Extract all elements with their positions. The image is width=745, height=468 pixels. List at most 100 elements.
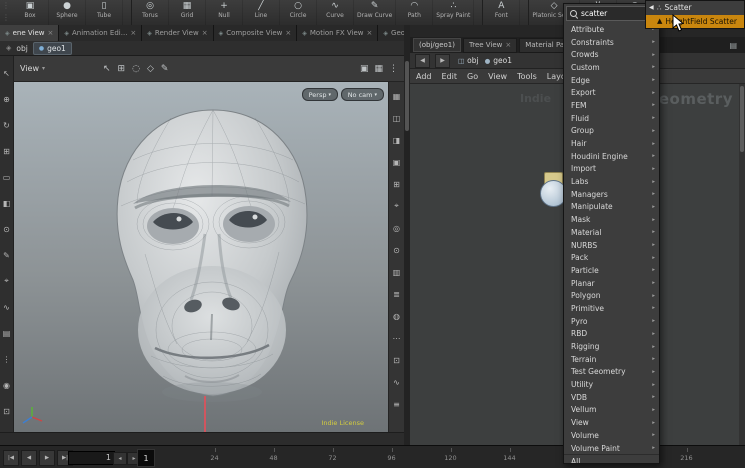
viewport-display-icon[interactable]: ⊡ — [393, 349, 400, 371]
pane-tab[interactable]: ◈ Render View × — [142, 25, 213, 41]
left-toolbar-icon[interactable]: ∿ — [3, 294, 10, 320]
viewport-display-icon[interactable]: ⋯ — [393, 327, 401, 349]
submenu-entry[interactable]: ▲ HeightField Scatter — [646, 15, 744, 29]
left-toolbar-icon[interactable]: ↖ — [3, 60, 10, 86]
menu-category-item[interactable]: RBD ▸ — [564, 328, 659, 341]
transport-button[interactable]: ◀ — [21, 450, 37, 466]
menu-category-item[interactable]: Planar ▸ — [564, 277, 659, 290]
menu-category-item[interactable]: Rigging ▸ — [564, 340, 659, 353]
menu-category-item[interactable]: Pack ▸ — [564, 251, 659, 264]
menu-category-item[interactable]: View ▸ — [564, 416, 659, 429]
menu-category-item[interactable]: Material ▸ — [564, 226, 659, 239]
back-button[interactable]: ◀ — [415, 54, 430, 68]
menu-bar-item[interactable]: Go — [467, 72, 478, 81]
menu-category-item[interactable]: Labs ▸ — [564, 175, 659, 188]
transport-button[interactable]: |◀ — [3, 450, 19, 466]
menu-category-item[interactable]: Terrain ▸ — [564, 353, 659, 366]
left-toolbar-icon[interactable]: ▭ — [3, 164, 11, 190]
left-toolbar-icon[interactable]: ⊙ — [3, 216, 10, 242]
menu-category-item[interactable]: Pyro ▸ — [564, 315, 659, 328]
menu-category-item[interactable]: Import ▸ — [564, 163, 659, 176]
viewport-display-icon[interactable]: ▥ — [393, 261, 401, 283]
menu-bar-item[interactable]: Add — [416, 72, 432, 81]
camera-select-button[interactable]: No cam ▾ — [341, 88, 384, 101]
tab-close-icon[interactable]: × — [130, 29, 136, 37]
shelf-tool-button[interactable]: A Font — [482, 0, 520, 25]
menu-category-item[interactable]: FEM ▸ — [564, 99, 659, 112]
network-scrollbar[interactable] — [739, 84, 745, 445]
path-pin-icon[interactable]: ◈ — [6, 44, 11, 52]
transport-button[interactable]: ▶ — [39, 450, 55, 466]
shelf-tool-button[interactable]: ◎ Torus — [131, 0, 169, 25]
menu-item-all[interactable]: All — [564, 454, 659, 464]
pane-tab[interactable]: ◈ ene View × — [0, 25, 59, 41]
shelf-tool-button[interactable]: ● Sphere — [49, 0, 86, 25]
current-frame-field[interactable]: 1 — [68, 451, 115, 465]
submenu-entry[interactable]: ◀ ∴ Scatter — [646, 1, 744, 15]
viewport-display-icon[interactable]: ∿ — [393, 371, 400, 393]
pane-tab[interactable]: ◈ Composite View × — [214, 25, 298, 41]
menu-category-item[interactable]: VDB ▸ — [564, 391, 659, 404]
menu-category-item[interactable]: Houdini Engine ▸ — [564, 150, 659, 163]
tab-close-icon[interactable]: × — [505, 41, 511, 49]
left-toolbar-icon[interactable]: ⌖ — [4, 268, 9, 294]
shelf-tool-button[interactable]: ▯ Tube — [86, 0, 123, 25]
viewport-display-icon[interactable]: ⌖ — [394, 195, 399, 217]
menu-bar-item[interactable]: Tools — [517, 72, 537, 81]
menu-category-item[interactable]: Crowds ▸ — [564, 48, 659, 61]
shelf-tool-button[interactable]: ∴ Spray Paint — [433, 0, 474, 25]
path-crumb-obj[interactable]: obj — [16, 44, 27, 53]
menu-category-item[interactable]: Managers ▸ — [564, 188, 659, 201]
menu-category-item[interactable]: Vellum ▸ — [564, 404, 659, 417]
left-toolbar-icon[interactable]: ◉ — [3, 372, 10, 398]
menu-category-item[interactable]: Volume ▸ — [564, 429, 659, 442]
pane-menu-icon[interactable]: ▤ — [729, 41, 745, 50]
left-toolbar-icon[interactable]: ⊡ — [3, 398, 10, 424]
viewport-display-icon[interactable]: ▦ — [393, 85, 401, 107]
left-toolbar-icon[interactable]: ✎ — [3, 242, 10, 268]
shelf-tool-button[interactable]: + Null — [206, 0, 243, 25]
tab-close-icon[interactable]: × — [285, 29, 291, 37]
viewport-display-icon[interactable]: ◎ — [393, 217, 400, 239]
splitter-handle[interactable] — [405, 61, 409, 131]
viewport-tool-icon[interactable]: ⊞ — [118, 64, 126, 74]
viewport-display-icon[interactable]: ◫ — [393, 107, 401, 129]
menu-category-item[interactable]: Constraints ▸ — [564, 36, 659, 49]
menu-category-item[interactable]: Polygon ▸ — [564, 289, 659, 302]
menu-category-item[interactable]: Export ▸ — [564, 86, 659, 99]
viewport-option-icon[interactable]: ▦ — [374, 64, 383, 74]
breadcrumb-item[interactable]: ◫ obj — [455, 56, 482, 65]
viewport-display-icon[interactable]: ⊞ — [393, 173, 400, 195]
viewport-option-icon[interactable]: ▣ — [360, 64, 369, 74]
left-toolbar-icon[interactable]: ⋮ — [3, 346, 11, 372]
menu-category-item[interactable]: Primitive ▸ — [564, 302, 659, 315]
forward-button[interactable]: ▶ — [435, 54, 450, 68]
shelf-tool-button[interactable]: ╱ Line — [243, 0, 280, 25]
viewport-tool-icon[interactable]: ↖ — [103, 64, 111, 74]
left-toolbar-icon[interactable]: ▤ — [3, 320, 11, 346]
viewport-display-icon[interactable]: ▣ — [393, 151, 401, 173]
scrollbar-thumb[interactable] — [740, 86, 744, 152]
viewport-display-icon[interactable]: ≣ — [393, 283, 400, 305]
shelf-tool-button[interactable]: ▦ Grid — [169, 0, 206, 25]
left-toolbar-icon[interactable]: ⊕ — [3, 86, 10, 112]
tab-close-icon[interactable]: × — [48, 29, 54, 37]
perspective-view-button[interactable]: Persp ▾ — [302, 88, 338, 101]
menu-bar-item[interactable]: Edit — [442, 72, 458, 81]
menu-category-item[interactable]: Edge ▸ — [564, 74, 659, 87]
shelf-tool-button[interactable]: ◠ Path — [396, 0, 433, 25]
menu-search-box[interactable]: scatter — [566, 6, 657, 21]
viewport-tool-icon[interactable]: ◌ — [132, 64, 140, 74]
menu-category-item[interactable]: Hair ▸ — [564, 137, 659, 150]
step-back-button[interactable]: ◂ — [113, 452, 127, 465]
menu-category-item[interactable]: Mask ▸ — [564, 213, 659, 226]
playhead-frame-indicator[interactable]: 1 — [137, 449, 155, 467]
menu-category-item[interactable]: Particle ▸ — [564, 264, 659, 277]
shelf-tool-button[interactable]: ∿ Curve — [317, 0, 354, 25]
menu-category-item[interactable]: Group ▸ — [564, 125, 659, 138]
pane-tab[interactable]: ◈ Animation Edi... × — [59, 25, 142, 41]
viewport-display-icon[interactable]: ⊙ — [393, 239, 400, 261]
menu-category-item[interactable]: Volume Paint ▸ — [564, 442, 659, 455]
breadcrumb-item[interactable]: ● geo1 — [482, 56, 515, 65]
shelf-tool-button[interactable]: ○ Circle — [280, 0, 317, 25]
